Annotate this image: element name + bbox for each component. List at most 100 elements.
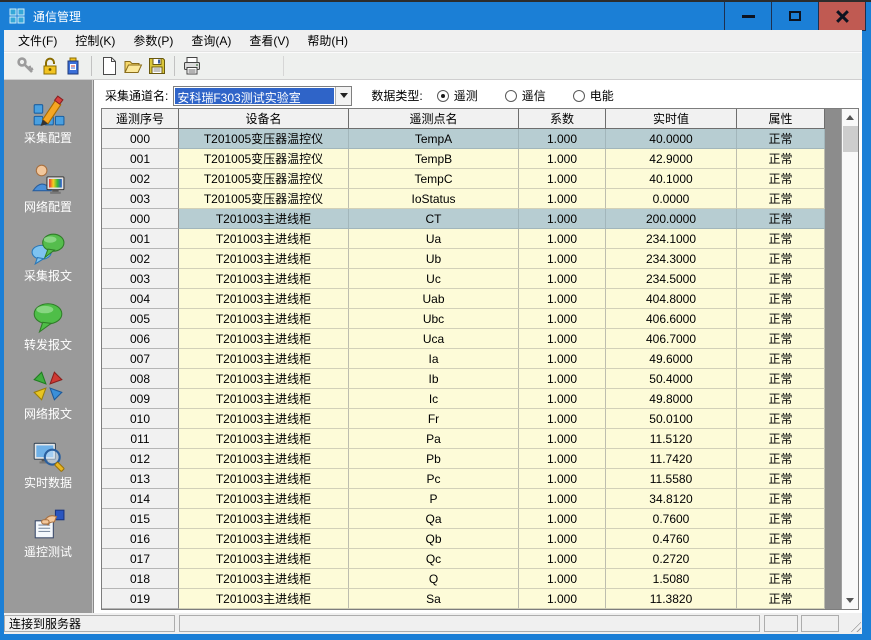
table-row[interactable]: 010T201003主进线柜Fr1.00050.0100正常 — [102, 409, 825, 429]
radio-telesignal[interactable]: 遥信 — [505, 87, 546, 104]
table-row[interactable]: 011T201003主进线柜Pa1.00011.5120正常 — [102, 429, 825, 449]
open-file-button[interactable] — [121, 55, 145, 78]
table-cell: 002 — [102, 169, 179, 189]
table-cell: T201003主进线柜 — [179, 529, 349, 549]
column-header[interactable]: 遥测序号 — [102, 109, 179, 129]
menu-item-control[interactable]: 控制(K) — [66, 29, 124, 52]
sidebar-item-label: 实时数据 — [24, 474, 72, 491]
sidebar-item-label: 采集报文 — [24, 267, 72, 284]
table-row[interactable]: 003T201005变压器温控仪IoStatus1.0000.0000正常 — [102, 189, 825, 209]
toolbar-band-separator — [283, 56, 284, 76]
column-header[interactable]: 实时值 — [606, 109, 737, 129]
menu-item-help[interactable]: 帮助(H) — [298, 29, 357, 52]
save-icon — [147, 56, 167, 76]
table-row[interactable]: 001T201003主进线柜Ua1.000234.1000正常 — [102, 229, 825, 249]
column-header[interactable]: 设备名 — [179, 109, 349, 129]
radio-circle-icon — [505, 90, 517, 102]
column-header[interactable]: 系数 — [519, 109, 606, 129]
scroll-down-button[interactable] — [842, 592, 859, 609]
table-cell: 1.000 — [519, 349, 606, 369]
table-row[interactable]: 001T201005变压器温控仪TempB1.00042.9000正常 — [102, 149, 825, 169]
table-cell: 012 — [102, 449, 179, 469]
table-row[interactable]: 008T201003主进线柜Ib1.00050.4000正常 — [102, 369, 825, 389]
window-controls — [725, 1, 866, 31]
table-cell: 1.000 — [519, 189, 606, 209]
table-row[interactable]: 006T201003主进线柜Uca1.000406.7000正常 — [102, 329, 825, 349]
key-button[interactable] — [14, 55, 38, 78]
table-cell: 005 — [102, 309, 179, 329]
resize-grip[interactable] — [848, 619, 861, 632]
table-row[interactable]: 017T201003主进线柜Qc1.0000.2720正常 — [102, 549, 825, 569]
toolbar-separator — [91, 56, 92, 76]
sidebar-item-network-message[interactable]: 网络报文 — [4, 369, 92, 438]
sidebar-item-collect-message[interactable]: 采集报文 — [4, 231, 92, 300]
table-cell: 234.1000 — [606, 229, 737, 249]
unlock-button[interactable] — [38, 55, 62, 78]
scrollbar-thumb[interactable] — [843, 126, 858, 152]
sidebar-item-forward-message[interactable]: 转发报文 — [4, 300, 92, 369]
new-file-button[interactable] — [97, 55, 121, 78]
table-cell: 234.3000 — [606, 249, 737, 269]
table-cell: 016 — [102, 529, 179, 549]
column-header[interactable]: 遥测点名 — [349, 109, 519, 129]
table-cell: Ia — [349, 349, 519, 369]
table-cell: 1.000 — [519, 449, 606, 469]
menu-item-query[interactable]: 查询(A) — [182, 29, 240, 52]
table-cell: Fr — [349, 409, 519, 429]
table-body: 000T201005变压器温控仪TempA1.00040.0000正常001T2… — [102, 129, 825, 609]
maximize-button[interactable] — [771, 1, 819, 31]
table-row[interactable]: 000T201005变压器温控仪TempA1.00040.0000正常 — [102, 129, 825, 149]
main-panel: 采集通道名: 安科瑞F303测试实验室 数据类型: 遥测遥信电能 遥测序号设备名… — [93, 80, 862, 613]
sidebar-item-remote-test[interactable]: 遥控测试 — [4, 507, 92, 576]
password-icon — [64, 56, 84, 76]
sidebar-item-network-config[interactable]: 网络配置 — [4, 162, 92, 231]
table-row[interactable]: 000T201003主进线柜CT1.000200.0000正常 — [102, 209, 825, 229]
table-row[interactable]: 016T201003主进线柜Qb1.0000.4760正常 — [102, 529, 825, 549]
table-row[interactable]: 002T201003主进线柜Ub1.000234.3000正常 — [102, 249, 825, 269]
menu-item-param[interactable]: 参数(P) — [124, 29, 182, 52]
radio-telemetry[interactable]: 遥测 — [437, 87, 478, 104]
print-button[interactable] — [180, 55, 204, 78]
table-cell: 010 — [102, 409, 179, 429]
table-cell: 40.0000 — [606, 129, 737, 149]
table-cell: 1.000 — [519, 569, 606, 589]
table-cell: 004 — [102, 289, 179, 309]
table-row[interactable]: 009T201003主进线柜Ic1.00049.8000正常 — [102, 389, 825, 409]
table-cell: 014 — [102, 489, 179, 509]
table-row[interactable]: 007T201003主进线柜Ia1.00049.6000正常 — [102, 349, 825, 369]
table-row[interactable]: 018T201003主进线柜Q1.0001.5080正常 — [102, 569, 825, 589]
sidebar-item-label: 转发报文 — [24, 336, 72, 353]
combobox-dropdown-button[interactable] — [335, 87, 351, 105]
table-row[interactable]: 002T201005变压器温控仪TempC1.00040.1000正常 — [102, 169, 825, 189]
table-row[interactable]: 014T201003主进线柜P1.00034.8120正常 — [102, 489, 825, 509]
close-button[interactable] — [818, 1, 866, 31]
table-row[interactable]: 015T201003主进线柜Qa1.0000.7600正常 — [102, 509, 825, 529]
channel-combobox[interactable]: 安科瑞F303测试实验室 — [173, 86, 352, 106]
menu-item-view[interactable]: 查看(V) — [240, 29, 298, 52]
menu-item-file[interactable]: 文件(F) — [9, 29, 66, 52]
table-cell: 正常 — [737, 289, 825, 309]
table-row[interactable]: 019T201003主进线柜Sa1.00011.3820正常 — [102, 589, 825, 609]
key-icon — [16, 56, 36, 76]
table-cell: 007 — [102, 349, 179, 369]
save-button[interactable] — [145, 55, 169, 78]
table-columns: 遥测序号设备名遥测点名系数实时值属性 000T201005变压器温控仪TempA… — [102, 109, 825, 609]
table-cell: 正常 — [737, 449, 825, 469]
table-row[interactable]: 003T201003主进线柜Uc1.000234.5000正常 — [102, 269, 825, 289]
vertical-scrollbar[interactable] — [841, 109, 858, 609]
table-row[interactable]: 012T201003主进线柜Pb1.00011.7420正常 — [102, 449, 825, 469]
sidebar-item-collect-config[interactable]: 采集配置 — [4, 93, 92, 162]
minimize-button[interactable] — [724, 1, 772, 31]
password-button[interactable] — [62, 55, 86, 78]
scroll-up-button[interactable] — [842, 109, 859, 126]
table-cell: 正常 — [737, 589, 825, 609]
table-cell: T201003主进线柜 — [179, 249, 349, 269]
table-row[interactable]: 013T201003主进线柜Pc1.00011.5580正常 — [102, 469, 825, 489]
table-cell: 000 — [102, 209, 179, 229]
table-row[interactable]: 004T201003主进线柜Uab1.000404.8000正常 — [102, 289, 825, 309]
radio-energy[interactable]: 电能 — [573, 87, 614, 104]
sidebar-item-realtime-data[interactable]: 实时数据 — [4, 438, 92, 507]
radio-circle-icon — [573, 90, 585, 102]
column-header[interactable]: 属性 — [737, 109, 825, 129]
table-row[interactable]: 005T201003主进线柜Ubc1.000406.6000正常 — [102, 309, 825, 329]
